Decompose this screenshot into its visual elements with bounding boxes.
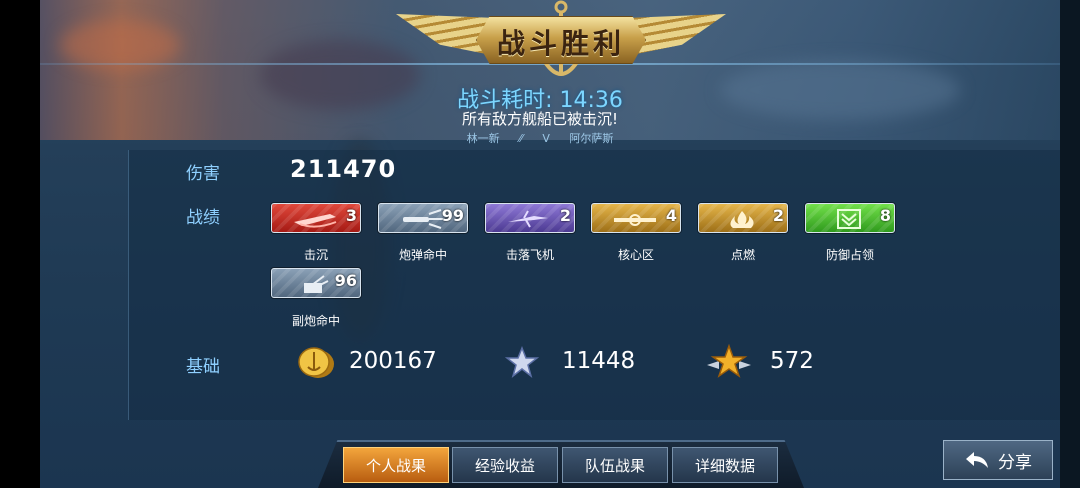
achievement-count: 99 [441,206,464,225]
plane-downed-icon [508,210,548,228]
defense-chevron-icon [837,209,861,229]
achievement-label: 炮弹命中 [398,248,447,262]
achievement-secondary-badge[interactable]: 96 [271,268,361,298]
achievement-shell-hit-badge[interactable]: 99 [378,203,468,233]
achievement-label: 防御占领 [825,248,874,262]
achievement-label: 副炮命中 [291,314,340,328]
damage-value: 211470 [290,155,397,183]
achievement-core-badge[interactable]: 4 [591,203,681,233]
share-label: 分享 [998,452,1032,473]
left-player-name: 林一新 [466,132,500,145]
versus-line: 林一新 ⁄⁄ V 阿尔萨斯 [0,130,1080,146]
damage-label: 伤害 [186,164,220,184]
stars-value: 11448 [562,348,636,374]
coins-value: 200167 [349,348,437,374]
sinking-ship-icon [294,214,337,228]
core-zone-icon [614,214,656,226]
achievement-count: 8 [879,206,891,225]
achievement-sink-badge[interactable]: 3 [271,203,361,233]
right-player-name: 阿尔萨斯 [569,132,614,145]
vs-separator-icon: ⁄⁄ [519,132,523,145]
fire-icon [730,211,754,228]
winged-star-value: 572 [770,348,814,374]
screen-edge [0,0,40,488]
star-icon [505,346,539,378]
result-panel [128,150,1060,420]
winged-star-icon [707,343,751,378]
achievement-label: 击沉 [303,248,328,262]
achievement-defense-badge[interactable]: 8 [805,203,895,233]
page-title: 战斗胜利 [496,27,625,60]
achievement-count: 4 [665,206,677,225]
tab-team-results[interactable]: 队伍战果 [562,447,668,483]
achievement-fire-badge[interactable]: 2 [698,203,788,233]
shell-hit-icon [403,209,443,229]
base-label: 基础 [186,357,220,377]
battle-outcome-text: 所有敌方舰船已被击沉! [461,110,618,128]
share-button[interactable]: 分享 [943,440,1053,480]
tab-detailed-data[interactable]: 详细数据 [672,447,778,483]
vs-label: V [542,132,550,145]
achievement-count: 3 [345,206,357,225]
achievement-label: 点燃 [730,248,755,262]
victory-emblem: 战斗胜利 [396,0,726,84]
tab-experience-gain[interactable]: 经验收益 [452,447,558,483]
tab-personal-results[interactable]: 个人战果 [343,447,449,483]
screen-edge [1060,0,1080,488]
achievement-count: 2 [772,206,784,225]
battle-result-screen: 战斗胜利 战斗耗时: 14:36 所有敌方舰船已被击沉! 林一新 ⁄⁄ V 阿尔… [0,0,1080,488]
gold-coin-icon [298,347,334,378]
achievement-count: 2 [559,206,571,225]
achievement-plane-badge[interactable]: 2 [485,203,575,233]
achievement-label: 击落飞机 [505,248,554,262]
secondary-gun-icon [304,275,329,293]
achievement-label: 核心区 [617,248,654,262]
achievements-label: 战绩 [186,208,220,228]
achievement-count: 96 [334,271,357,290]
back-arrow-icon [966,452,988,468]
